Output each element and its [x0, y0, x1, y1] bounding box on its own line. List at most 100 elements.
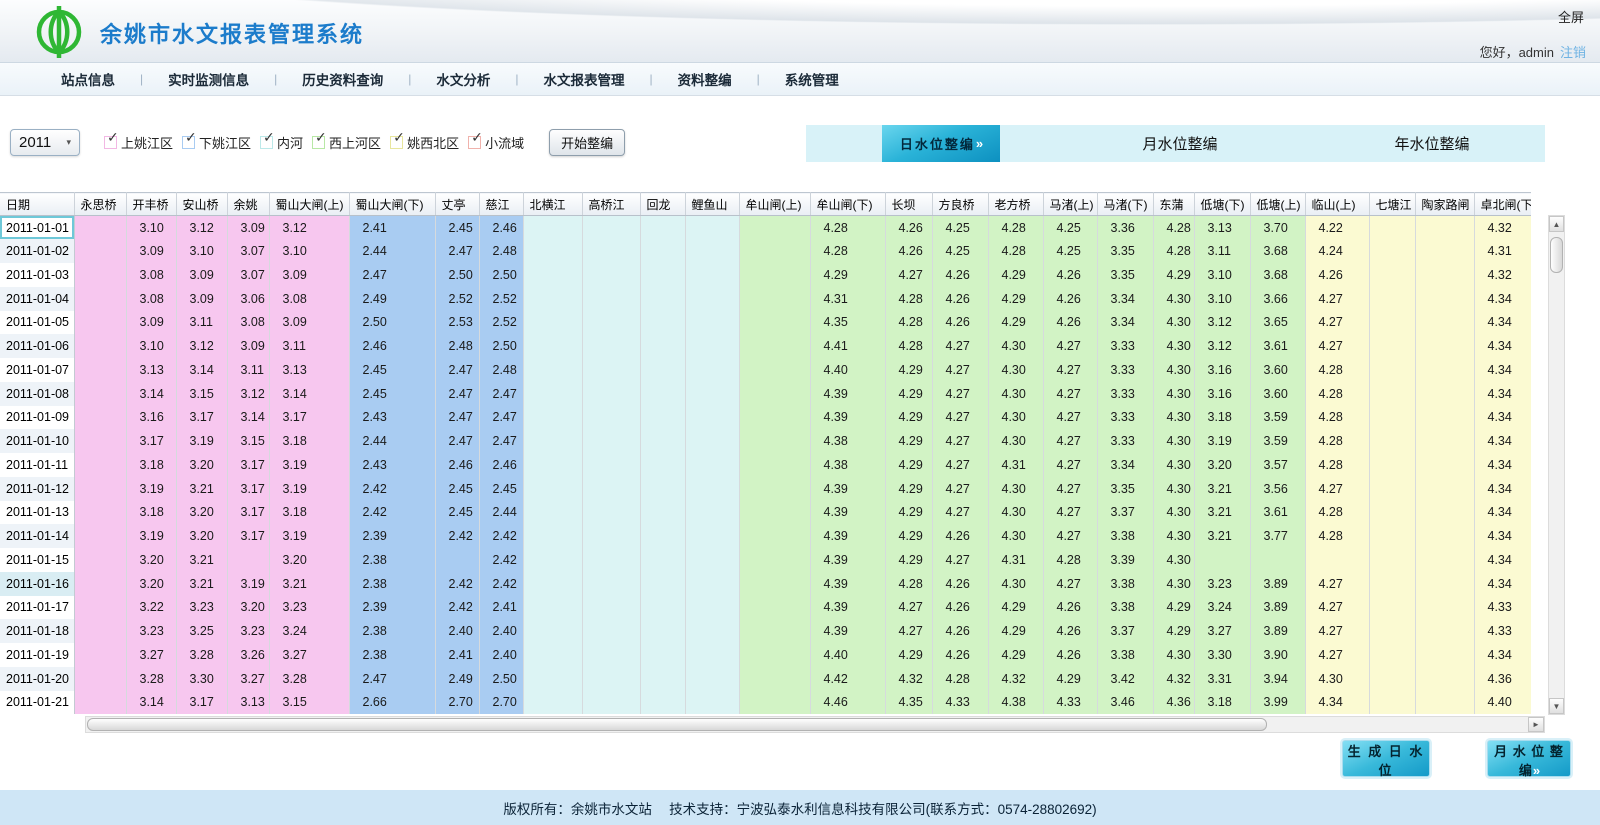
- value-cell[interactable]: [74, 216, 126, 240]
- value-cell[interactable]: [739, 477, 810, 501]
- value-cell[interactable]: [1415, 596, 1474, 620]
- value-cell[interactable]: 2.52: [479, 311, 523, 335]
- value-cell[interactable]: 4.34: [1474, 406, 1531, 430]
- value-cell[interactable]: [1369, 216, 1415, 240]
- column-header[interactable]: 牟山闸(下): [810, 193, 885, 216]
- value-cell[interactable]: 3.22: [126, 596, 176, 620]
- checkbox[interactable]: ✓: [182, 136, 195, 149]
- value-cell[interactable]: [582, 453, 640, 477]
- value-cell[interactable]: 3.28: [176, 643, 227, 667]
- value-cell[interactable]: [523, 429, 582, 453]
- value-cell[interactable]: 3.13: [126, 358, 176, 382]
- value-cell[interactable]: 4.39: [810, 572, 885, 596]
- value-cell[interactable]: 3.89: [1250, 596, 1305, 620]
- date-cell[interactable]: 2011-01-04: [0, 287, 74, 311]
- column-header[interactable]: 马渚(上): [1043, 193, 1097, 216]
- value-cell[interactable]: 3.21: [176, 548, 227, 572]
- value-cell[interactable]: 3.11: [176, 311, 227, 335]
- value-cell[interactable]: [739, 311, 810, 335]
- value-cell[interactable]: 4.39: [810, 548, 885, 572]
- value-cell[interactable]: 4.34: [1474, 477, 1531, 501]
- value-cell[interactable]: 2.38: [349, 572, 435, 596]
- value-cell[interactable]: [1415, 311, 1474, 335]
- value-cell[interactable]: [523, 453, 582, 477]
- value-cell[interactable]: 3.09: [269, 311, 349, 335]
- column-header[interactable]: 永思桥: [74, 193, 126, 216]
- value-cell[interactable]: 4.25: [932, 216, 988, 240]
- value-cell[interactable]: [739, 524, 810, 548]
- value-cell[interactable]: [640, 406, 685, 430]
- value-cell[interactable]: 4.26: [932, 572, 988, 596]
- region-checkbox-lower-yaojiang[interactable]: ✓下姚江区: [182, 133, 251, 152]
- value-cell[interactable]: [685, 263, 739, 287]
- value-cell[interactable]: [685, 311, 739, 335]
- horizontal-scroll-thumb[interactable]: [87, 718, 1267, 731]
- value-cell[interactable]: 3.09: [227, 216, 269, 240]
- value-cell[interactable]: [582, 311, 640, 335]
- value-cell[interactable]: 2.47: [435, 382, 479, 406]
- value-cell[interactable]: 4.36: [1474, 667, 1531, 691]
- value-cell[interactable]: 4.39: [810, 619, 885, 643]
- value-cell[interactable]: 3.33: [1097, 429, 1153, 453]
- value-cell[interactable]: [640, 382, 685, 406]
- value-cell[interactable]: 2.47: [435, 239, 479, 263]
- value-cell[interactable]: 4.28: [988, 239, 1043, 263]
- value-cell[interactable]: 3.08: [126, 263, 176, 287]
- date-cell[interactable]: 2011-01-15: [0, 548, 74, 572]
- value-cell[interactable]: [685, 358, 739, 382]
- value-cell[interactable]: 4.28: [1043, 548, 1097, 572]
- value-cell[interactable]: [523, 263, 582, 287]
- value-cell[interactable]: 4.28: [1153, 216, 1194, 240]
- value-cell[interactable]: [1369, 596, 1415, 620]
- value-cell[interactable]: [74, 501, 126, 525]
- value-cell[interactable]: 2.50: [349, 311, 435, 335]
- value-cell[interactable]: [582, 524, 640, 548]
- value-cell[interactable]: [640, 239, 685, 263]
- horizontal-scrollbar[interactable]: ►: [85, 716, 1545, 733]
- value-cell[interactable]: 4.26: [932, 524, 988, 548]
- value-cell[interactable]: 2.50: [479, 263, 523, 287]
- value-cell[interactable]: 3.10: [1194, 263, 1250, 287]
- value-cell[interactable]: [582, 382, 640, 406]
- value-cell[interactable]: 3.68: [1250, 239, 1305, 263]
- value-cell[interactable]: [685, 334, 739, 358]
- value-cell[interactable]: 3.12: [269, 216, 349, 240]
- value-cell[interactable]: [227, 548, 269, 572]
- value-cell[interactable]: [1305, 548, 1369, 572]
- value-cell[interactable]: 3.30: [176, 667, 227, 691]
- value-cell[interactable]: [640, 501, 685, 525]
- value-cell[interactable]: [1369, 453, 1415, 477]
- tab-monthly[interactable]: 月水位整编: [1090, 125, 1270, 162]
- value-cell[interactable]: 3.20: [1194, 453, 1250, 477]
- value-cell[interactable]: 4.39: [810, 596, 885, 620]
- column-header[interactable]: 蜀山大闸(下): [349, 193, 435, 216]
- value-cell[interactable]: [582, 287, 640, 311]
- value-cell[interactable]: 3.15: [227, 429, 269, 453]
- date-cell[interactable]: 2011-01-11: [0, 453, 74, 477]
- value-cell[interactable]: 4.34: [1474, 548, 1531, 572]
- value-cell[interactable]: [1415, 263, 1474, 287]
- value-cell[interactable]: 4.33: [1043, 691, 1097, 715]
- value-cell[interactable]: [74, 524, 126, 548]
- value-cell[interactable]: 3.38: [1097, 572, 1153, 596]
- value-cell[interactable]: 3.25: [176, 619, 227, 643]
- value-cell[interactable]: 3.27: [1194, 619, 1250, 643]
- value-cell[interactable]: 4.30: [1153, 524, 1194, 548]
- value-cell[interactable]: [739, 358, 810, 382]
- value-cell[interactable]: 3.68: [1250, 263, 1305, 287]
- value-cell[interactable]: 4.28: [1305, 382, 1369, 406]
- value-cell[interactable]: 4.26: [1043, 596, 1097, 620]
- value-cell[interactable]: 3.20: [176, 524, 227, 548]
- value-cell[interactable]: [1415, 429, 1474, 453]
- value-cell[interactable]: 3.66: [1250, 287, 1305, 311]
- value-cell[interactable]: 4.26: [932, 596, 988, 620]
- value-cell[interactable]: 4.27: [932, 406, 988, 430]
- value-cell[interactable]: [582, 216, 640, 240]
- value-cell[interactable]: 4.39: [810, 501, 885, 525]
- value-cell[interactable]: 4.30: [988, 477, 1043, 501]
- value-cell[interactable]: 3.38: [1097, 643, 1153, 667]
- value-cell[interactable]: 4.34: [1474, 572, 1531, 596]
- value-cell[interactable]: 3.23: [126, 619, 176, 643]
- value-cell[interactable]: 3.15: [176, 382, 227, 406]
- value-cell[interactable]: 4.27: [1305, 572, 1369, 596]
